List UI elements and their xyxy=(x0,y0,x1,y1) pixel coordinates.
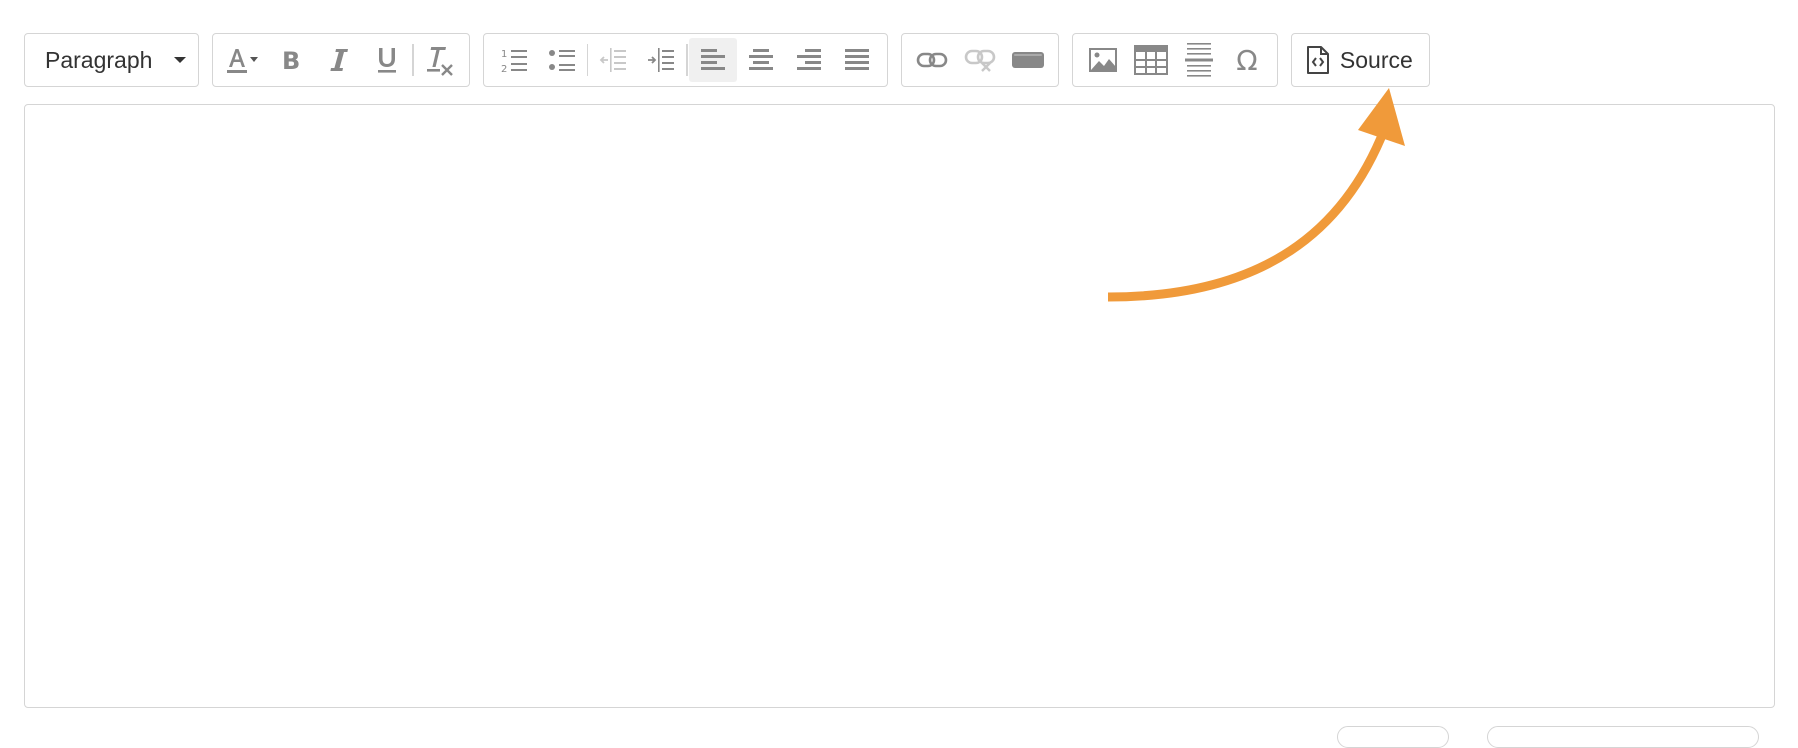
bulleted-list-icon xyxy=(548,50,575,71)
svg-text:2: 2 xyxy=(501,64,507,75)
source-button[interactable]: Source xyxy=(1290,33,1430,87)
table-icon xyxy=(1133,45,1168,75)
special-character-button[interactable]: Ω xyxy=(1223,38,1271,82)
link-icon xyxy=(916,52,948,68)
link-group xyxy=(900,33,1059,87)
indent-icon xyxy=(648,48,675,72)
align-left-button[interactable] xyxy=(688,38,737,82)
footer-button[interactable] xyxy=(1487,726,1759,748)
svg-text:Ω: Ω xyxy=(1236,45,1257,75)
clear-formatting-button[interactable] xyxy=(415,38,463,82)
horizontal-rule-button[interactable] xyxy=(1175,38,1223,82)
align-right-icon xyxy=(796,49,821,70)
align-center-button[interactable] xyxy=(737,38,785,82)
numbered-list-button[interactable]: 1 2 xyxy=(490,38,538,82)
outdent-button[interactable] xyxy=(589,38,637,82)
align-center-icon xyxy=(748,49,773,70)
bold-icon: B xyxy=(282,47,300,75)
text-color-icon xyxy=(227,49,259,73)
unlink-icon xyxy=(964,49,996,72)
button-icon xyxy=(1011,52,1044,68)
clear-formatting-icon xyxy=(426,47,453,76)
footer-button[interactable] xyxy=(1337,726,1449,748)
source-code-icon xyxy=(1306,46,1329,74)
source-button-label: Source xyxy=(1339,46,1413,73)
link-button[interactable] xyxy=(908,38,956,82)
text-color-button[interactable] xyxy=(219,38,267,82)
outdent-icon xyxy=(600,48,627,72)
format-dropdown-label: Paragraph xyxy=(45,46,153,73)
align-right-button[interactable] xyxy=(785,38,833,82)
image-icon xyxy=(1088,48,1117,72)
bold-button[interactable]: B xyxy=(267,38,315,82)
text-format-group: B xyxy=(212,33,470,87)
editor-toolbar: Paragraph B 1 2 Ω Source xyxy=(24,33,1430,87)
horizontal-rule-icon xyxy=(1184,43,1213,77)
numbered-list-icon: 1 2 xyxy=(501,49,527,75)
italic-icon xyxy=(330,49,349,71)
chevron-down-icon xyxy=(174,57,187,63)
toolbar-separator xyxy=(586,44,589,76)
svg-text:1: 1 xyxy=(501,49,507,60)
underline-icon xyxy=(378,48,397,73)
media-group: Ω xyxy=(1071,33,1278,87)
align-left-icon xyxy=(700,49,725,70)
underline-button[interactable] xyxy=(363,38,411,82)
special-character-icon: Ω xyxy=(1236,45,1257,75)
unlink-button[interactable] xyxy=(956,38,1004,82)
align-justify-icon xyxy=(844,49,869,70)
italic-button[interactable] xyxy=(315,38,363,82)
insert-button-button[interactable] xyxy=(1004,38,1052,82)
image-button[interactable] xyxy=(1079,38,1127,82)
editor-content-area[interactable] xyxy=(24,104,1775,708)
list-align-group: 1 2 xyxy=(482,33,888,87)
indent-button[interactable] xyxy=(637,38,685,82)
toolbar-separator xyxy=(686,44,688,76)
bulleted-list-button[interactable] xyxy=(538,38,586,82)
svg-text:B: B xyxy=(282,47,300,75)
align-justify-button[interactable] xyxy=(833,38,881,82)
table-button[interactable] xyxy=(1127,38,1175,82)
toolbar-separator xyxy=(412,44,414,76)
format-dropdown[interactable]: Paragraph xyxy=(24,33,200,87)
